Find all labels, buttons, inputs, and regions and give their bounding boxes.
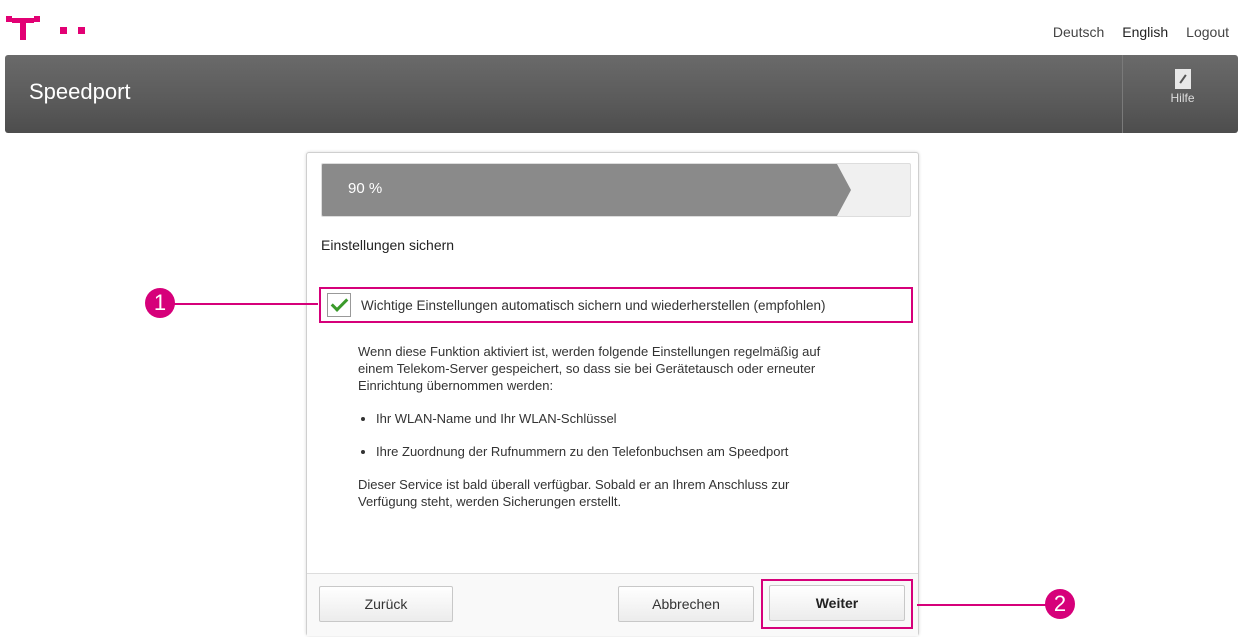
header-divider [1122, 55, 1123, 133]
callout-marker-2: 2 [1045, 589, 1075, 619]
callout-line-1 [174, 303, 318, 305]
auto-backup-checkbox[interactable] [327, 293, 351, 317]
progress-bar: 90 % [321, 163, 911, 217]
logo-square [78, 27, 85, 34]
logout-link[interactable]: Logout [1186, 24, 1229, 40]
app-header: Speedport Hilfe [5, 55, 1238, 133]
description-list: Ihr WLAN-Name und Ihr WLAN-Schlüssel Ihr… [358, 410, 838, 460]
help-button[interactable]: Hilfe [1135, 65, 1230, 105]
wizard-footer: Zurück Abbrechen Weiter [307, 573, 918, 636]
help-book-icon [1174, 69, 1191, 89]
next-button-highlight: Weiter [761, 579, 913, 629]
lang-deutsch-link[interactable]: Deutsch [1053, 24, 1104, 40]
top-links: Deutsch English Logout [1053, 24, 1229, 40]
app-title: Speedport [29, 79, 131, 104]
lang-english-link[interactable]: English [1122, 24, 1168, 40]
progress-label: 90 % [348, 180, 383, 197]
description: Wenn diese Funktion aktiviert ist, werde… [358, 343, 838, 526]
back-button[interactable]: Zurück [319, 586, 453, 622]
auto-backup-checkbox-row[interactable]: Wichtige Einstellungen automatisch siche… [319, 287, 913, 323]
description-outro: Dieser Service ist bald überall verfügba… [358, 477, 790, 509]
callout-marker-1: 1 [145, 288, 175, 318]
progress-fill [322, 164, 837, 216]
callout-line-2 [917, 604, 1047, 606]
section-title: Einstellungen sichern [321, 237, 455, 253]
help-label: Hilfe [1170, 91, 1195, 105]
logo-dot [34, 16, 40, 22]
list-item: Ihr WLAN-Name und Ihr WLAN-Schlüssel [376, 410, 838, 427]
description-intro: Wenn diese Funktion aktiviert ist, werde… [358, 344, 821, 393]
cancel-button[interactable]: Abbrechen [618, 586, 754, 622]
logo-square [60, 27, 67, 34]
wizard-panel: 90 % Einstellungen sichern Wichtige Eins… [306, 152, 919, 636]
auto-backup-label: Wichtige Einstellungen automatisch siche… [361, 297, 826, 313]
list-item: Ihre Zuordnung der Rufnummern zu den Tel… [376, 443, 838, 460]
logo-dot [6, 16, 12, 22]
next-button[interactable]: Weiter [769, 585, 905, 621]
progress-arrow [837, 164, 851, 216]
logo-t-stem [20, 18, 26, 40]
